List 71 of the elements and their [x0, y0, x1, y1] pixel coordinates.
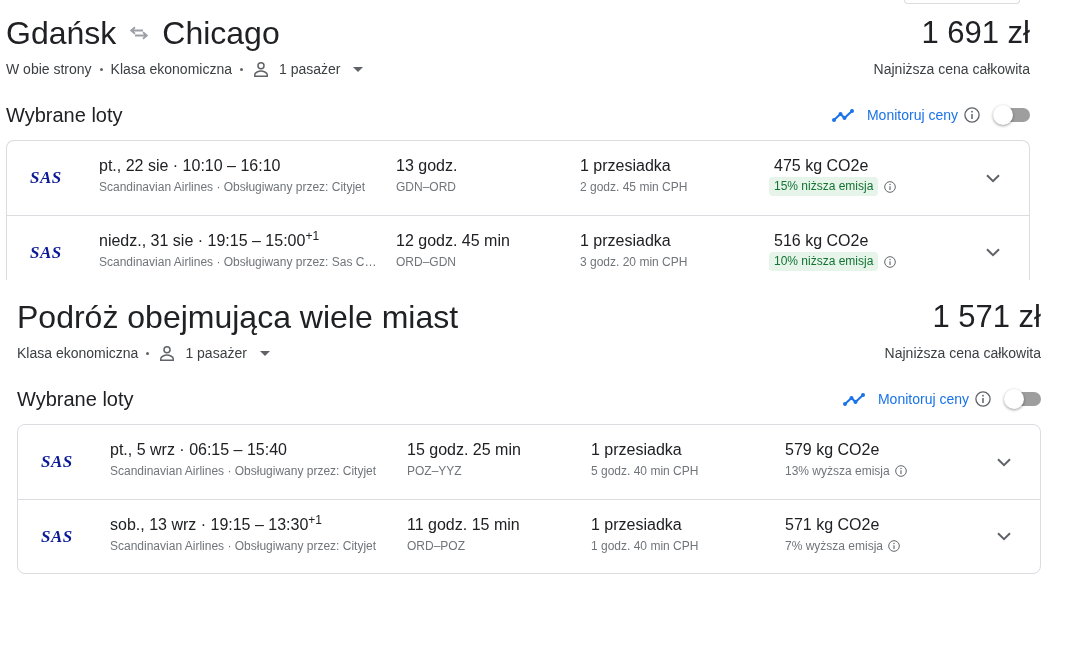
layover-text: 2 godz. 45 min CPH [580, 179, 689, 195]
emissions-value: 475 kg CO2e [774, 156, 870, 176]
flight-times: pt., 5 wrz · 06:15 – 15:40 [110, 440, 288, 460]
airline-logo: SAS [30, 168, 62, 188]
route-codes: GDN–ORD [396, 179, 457, 195]
price-note: Najniższa cena całkowita [884, 344, 1041, 363]
trip-detail: W obie strony [6, 60, 92, 79]
route-codes: ORD–GDN [396, 254, 457, 270]
route-codes: ORD–POZ [407, 538, 466, 554]
chevron-down-icon[interactable] [986, 173, 1000, 183]
airline-logo: SAS [41, 452, 73, 472]
emission-badge: 15% niższa emisja [769, 177, 879, 196]
section-heading: Wybrane loty [6, 103, 123, 127]
route-codes: POZ–YYZ [407, 463, 463, 479]
total-price: 1 691 zł [921, 14, 1030, 52]
stops-count: 1 przesiadka [591, 440, 683, 460]
carrier-text: Scandinavian Airlines · Obsługiwany przez: Cityjet [110, 463, 378, 479]
total-price: 1 571 zł [932, 298, 1041, 336]
price-tracking-label[interactable]: Monitoruj ceny [866, 105, 958, 125]
carrier-text: Scandinavian Airlines · Obsługiwany przez: Cityjet [110, 538, 378, 554]
price-tracking-label[interactable]: Monitoruj ceny [877, 389, 969, 409]
stops-count: 1 przesiadka [580, 231, 672, 251]
caret-icon [259, 350, 270, 356]
emissions-value: 571 kg CO2e [785, 515, 881, 535]
layover-text: 5 godz. 40 min CPH [591, 463, 700, 479]
flight-times: niedz., 31 sie · 19:15 – 15:00$^{+1}$ [99, 231, 321, 251]
emission-badge: 10% niższa emisja [769, 252, 879, 271]
caret-icon [353, 66, 364, 72]
flight-duration: 11 godz. 15 min [407, 515, 521, 535]
flight-times: pt., 22 sie · 10:10 – 16:10 [99, 156, 282, 176]
flight-duration: 15 godz. 25 min [407, 440, 522, 460]
emissions-value: 579 kg CO2e [785, 440, 881, 460]
emission-change: 7% wyższa emisja [785, 537, 884, 554]
flight-duration: 13 godz. [396, 156, 459, 176]
swap-arrows-icon [129, 26, 150, 40]
carrier-text: Scandinavian Airlines · Obsługiwany przez: Cityjet [99, 179, 367, 195]
info-icon[interactable] [964, 107, 980, 123]
price-note: Najniższa cena całkowita [873, 60, 1030, 79]
carrier-text: Scandinavian Airlines · Obsługiwany przez: Sas C… [99, 254, 378, 270]
chevron-down-icon[interactable] [997, 457, 1011, 467]
emissions-value: 516 kg CO2e [774, 231, 870, 251]
layover-text: 1 godz. 40 min CPH [591, 538, 700, 554]
trip-title: Podróż obejmująca wiele miast [17, 298, 459, 337]
stops-count: 1 przesiadka [580, 156, 672, 176]
chevron-down-icon[interactable] [986, 248, 1000, 257]
person-icon [253, 61, 269, 77]
airline-logo: SAS [30, 242, 62, 263]
info-icon[interactable] [888, 539, 901, 552]
flight-times: sob., 13 wrz · 19:15 – 13:30$^{+1}$ [110, 515, 324, 535]
person-icon [159, 345, 176, 361]
emission-change: 13% wyższa emisja [785, 462, 890, 479]
stops-count: 1 przesiadka [591, 515, 683, 535]
trip-detail: Klasa ekonomiczna [110, 60, 232, 79]
info-icon[interactable] [884, 180, 897, 193]
passenger-dropdown[interactable]: 1 pasażer [253, 59, 364, 79]
price-tracking-toggle[interactable] [993, 105, 1030, 125]
line-chart-icon [831, 108, 854, 122]
line-chart-icon [842, 392, 865, 406]
airline-logo: SAS [41, 526, 73, 547]
info-icon[interactable] [884, 255, 897, 268]
price-tracking-toggle[interactable] [1004, 389, 1041, 409]
info-icon[interactable] [975, 391, 991, 407]
trip-detail: Klasa ekonomiczna [17, 344, 139, 363]
destination-city: Chicago [162, 14, 280, 53]
chevron-down-icon[interactable] [997, 532, 1011, 541]
origin-city: Gdańsk [6, 14, 117, 53]
passenger-dropdown[interactable]: 1 pasażer [159, 343, 270, 363]
flight-duration: 12 godz. 45 min [396, 231, 511, 251]
section-heading: Wybrane loty [17, 387, 134, 411]
info-icon[interactable] [894, 464, 907, 477]
layover-text: 3 godz. 20 min CPH [580, 254, 689, 270]
